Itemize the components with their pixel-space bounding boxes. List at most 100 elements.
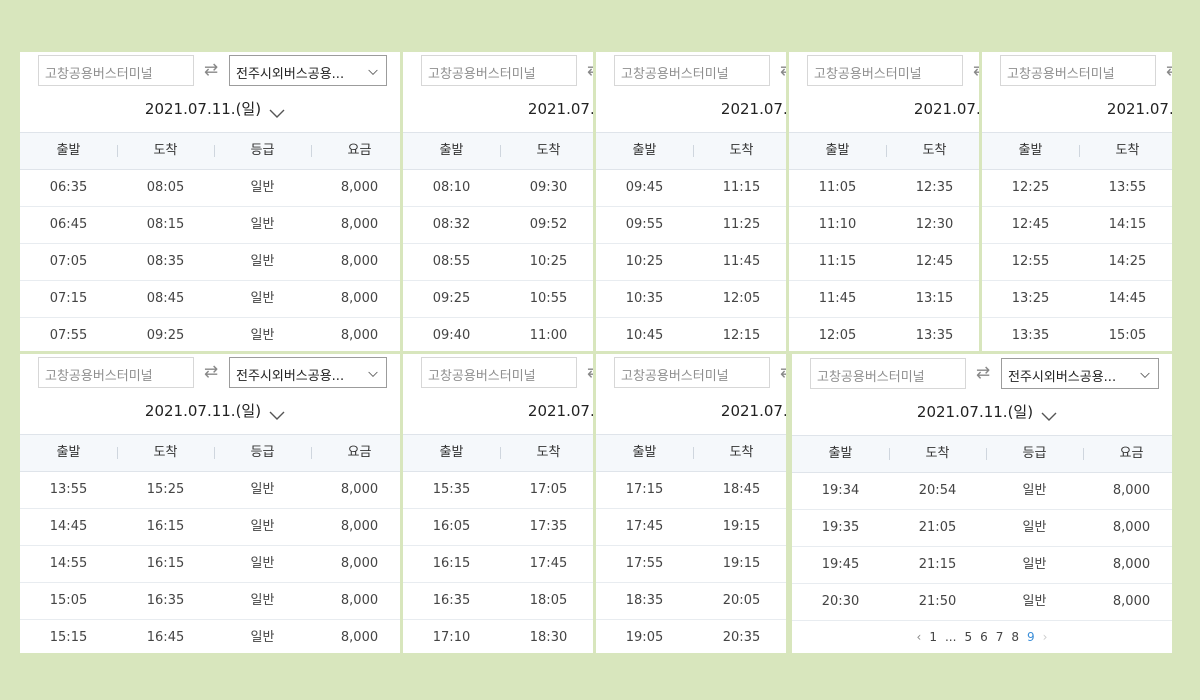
table-row[interactable]: 17:4519:15일반8,000 [596,509,786,546]
table-header: 출발도착등급요금 [403,434,593,472]
table-row[interactable]: 19:0520:35일반8,000 [596,620,786,653]
table-row[interactable]: 07:55 09:25 일반 8,000 [20,318,400,351]
table-row[interactable]: 14:55 16:15 일반 8,000 [20,546,400,583]
table-row[interactable]: 13:3515:05일반8,000 [982,318,1172,351]
table-cell: 8,000 [340,254,379,269]
page-link[interactable]: 7 [996,630,1004,644]
chevron-right-icon[interactable]: › [1043,630,1048,644]
column-divider [986,448,987,460]
table-row[interactable]: 06:45 08:15 일반 8,000 [20,207,400,244]
departure-terminal-input[interactable]: 고창공용버스터미널 [810,358,966,389]
departure-terminal-input[interactable]: 고창공용버스터미널 [38,55,194,86]
table-row[interactable]: 08:1009:30일반8,000 [403,170,593,207]
departure-terminal-input[interactable]: 고창공용버스터미널 [614,55,770,86]
date-selector[interactable]: 2021.07.11.(일) [403,400,593,421]
table-row[interactable]: 19:34 20:54 일반 8,000 [792,473,1172,510]
table-row[interactable]: 09:2510:55일반8,000 [403,281,593,318]
table-cell: 11:45 [722,254,761,269]
table-row[interactable]: 15:05 16:35 일반 8,000 [20,583,400,620]
swap-icon[interactable]: ⇄ [582,361,593,383]
departure-terminal-input[interactable]: 고창공용버스터미널 [421,357,577,388]
page-link[interactable]: 6 [980,630,988,644]
table-cell: 11:45 [818,291,857,306]
date-selector[interactable]: 2021.07.11.(일) [789,98,979,119]
date-selector[interactable]: 2021.07.11.(일) [596,98,786,119]
departure-terminal-input[interactable]: 고창공용버스터미널 [421,55,577,86]
table-row[interactable]: 13:55 15:25 일반 8,000 [20,472,400,509]
date-selector[interactable]: 2021.07.11.(일) [403,98,593,119]
table-row[interactable]: 08:3209:52일반8,000 [403,207,593,244]
departure-terminal-input[interactable]: 고창공용버스터미널 [614,357,770,388]
table-cell: 15:35 [432,482,471,497]
table-row[interactable]: 06:35 08:05 일반 8,000 [20,170,400,207]
date-selector[interactable]: 2021.07.11.(일) [792,401,1172,422]
swap-icon[interactable]: ⇄ [199,361,223,383]
swap-icon[interactable]: ⇄ [1161,59,1172,81]
arrival-terminal-select[interactable]: 전주시외버스공용... [229,357,387,388]
table-row[interactable]: 11:4513:15일반8,000 [789,281,979,318]
table-row[interactable]: 08:5510:25일반8,000 [403,244,593,281]
swap-icon[interactable]: ⇄ [775,361,786,383]
swap-icon[interactable]: ⇄ [968,59,979,81]
page-link[interactable]: 5 [964,630,972,644]
table-row[interactable]: 18:3520:05일반8,000 [596,583,786,620]
swap-icon[interactable]: ⇄ [775,59,786,81]
arrival-terminal-select[interactable]: 전주시외버스공용... [229,55,387,86]
column-header: 도착 [922,143,947,158]
table-row[interactable]: 07:05 08:35 일반 8,000 [20,244,400,281]
column-divider [500,447,501,459]
table-row[interactable]: 14:45 16:15 일반 8,000 [20,509,400,546]
arrival-terminal-select[interactable]: 전주시외버스공용... [1001,358,1159,389]
table-row[interactable]: 09:4511:15일반8,000 [596,170,786,207]
table-cell: 21:15 [918,557,957,572]
table-row[interactable]: 16:1517:45일반8,000 [403,546,593,583]
table-row[interactable]: 12:2513:55일반8,000 [982,170,1172,207]
column-divider [117,145,118,157]
table-row[interactable]: 11:1512:45일반8,000 [789,244,979,281]
date-selector[interactable]: 2021.07.11.(일) [20,400,400,421]
table-row[interactable]: 11:0512:35일반8,000 [789,170,979,207]
swap-icon[interactable]: ⇄ [199,59,223,81]
table-row[interactable]: 17:1018:30일반8,000 [403,620,593,653]
page-link[interactable]: 8 [1011,630,1019,644]
table-row[interactable]: 07:15 08:45 일반 8,000 [20,281,400,318]
table-row[interactable]: 19:35 21:05 일반 8,000 [792,510,1172,547]
table-row[interactable]: 19:45 21:15 일반 8,000 [792,547,1172,584]
departure-terminal-input[interactable]: 고창공용버스터미널 [807,55,963,86]
table-row[interactable]: 10:3512:05일반8,000 [596,281,786,318]
table-row[interactable]: 09:5511:25일반8,000 [596,207,786,244]
departure-terminal-input[interactable]: 고창공용버스터미널 [1000,55,1156,86]
table-cell: 14:25 [1108,254,1147,269]
table-cell: 17:10 [432,630,471,645]
departure-terminal-input[interactable]: 고창공용버스터미널 [38,357,194,388]
swap-icon[interactable]: ⇄ [582,59,593,81]
table-cell: 13:25 [1011,291,1050,306]
table-row[interactable]: 15:3517:05일반8,000 [403,472,593,509]
table-row[interactable]: 12:5514:25일반8,000 [982,244,1172,281]
table-row[interactable]: 15:15 16:45 일반 8,000 [20,620,400,653]
page-link[interactable]: 9 [1027,630,1035,644]
table-row[interactable]: 20:30 21:50 일반 8,000 [792,584,1172,621]
table-row[interactable]: 12:0513:35일반8,000 [789,318,979,351]
table-cell: 8,000 [340,180,379,195]
date-selector[interactable]: 2021.07.11.(일) [982,98,1172,119]
table-row[interactable]: 09:4011:00일반8,000 [403,318,593,351]
table-row[interactable]: 13:2514:45일반8,000 [982,281,1172,318]
table-row[interactable]: 11:1012:30일반8,000 [789,207,979,244]
table-row[interactable]: 17:1518:45일반8,000 [596,472,786,509]
column-divider [214,447,215,459]
table-row[interactable]: 17:5519:15일반8,000 [596,546,786,583]
table-row[interactable]: 10:4512:15일반8,000 [596,318,786,351]
column-divider [889,448,890,460]
date-selector[interactable]: 2021.07.11.(일) [596,400,786,421]
page-link[interactable]: 1 [929,630,937,644]
date-selector[interactable]: 2021.07.11.(일) [20,98,400,119]
table-row[interactable]: 16:0517:35일반8,000 [403,509,593,546]
chevron-left-icon[interactable]: ‹ [917,630,922,644]
table-cell: 11:25 [722,217,761,232]
table-row[interactable]: 10:2511:45일반8,000 [596,244,786,281]
swap-icon[interactable]: ⇄ [971,362,995,384]
table-row[interactable]: 12:4514:15일반8,000 [982,207,1172,244]
pagination: ‹ 1... 5 6 7 8 9 › [792,630,1172,653]
table-row[interactable]: 16:3518:05일반8,000 [403,583,593,620]
